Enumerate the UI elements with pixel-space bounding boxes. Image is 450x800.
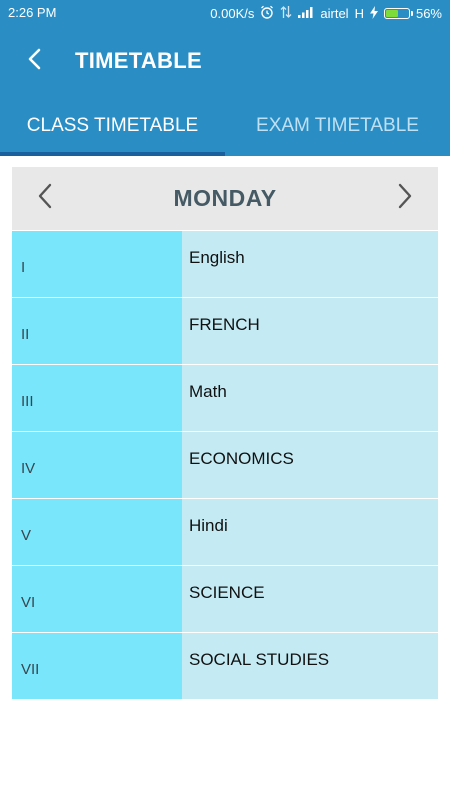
- period-cell: VI: [12, 566, 182, 632]
- timetable-rows: I English II FRENCH III Math IV ECONOMIC…: [12, 230, 438, 700]
- period-label: V: [21, 526, 32, 544]
- charging-icon: [369, 5, 378, 22]
- table-row[interactable]: I English: [12, 231, 438, 298]
- period-cell: I: [12, 231, 182, 297]
- status-time: 2:26 PM: [8, 5, 57, 20]
- tab-label: CLASS TIMETABLE: [26, 115, 199, 136]
- tab-class-timetable[interactable]: CLASS TIMETABLE: [0, 96, 225, 156]
- period-label: III: [21, 392, 34, 410]
- signal-icon: [298, 6, 314, 21]
- period-cell: V: [12, 499, 182, 565]
- period-cell: III: [12, 365, 182, 431]
- table-row[interactable]: III Math: [12, 365, 438, 432]
- table-row[interactable]: IV ECONOMICS: [12, 432, 438, 499]
- subject-cell: SCIENCE: [182, 566, 438, 632]
- alarm-icon: [260, 5, 274, 22]
- next-day-button[interactable]: [388, 181, 422, 215]
- tab-exam-timetable[interactable]: EXAM TIMETABLE: [225, 96, 450, 156]
- status-indicators: 0.00K/s airtel H 56%: [210, 5, 442, 22]
- chevron-right-icon: [397, 183, 413, 214]
- battery-icon: [383, 8, 413, 19]
- network-speed: 0.00K/s: [210, 6, 255, 21]
- back-button[interactable]: [18, 44, 52, 78]
- period-cell: VII: [12, 633, 182, 699]
- subject-cell: SOCIAL STUDIES: [182, 633, 438, 699]
- subject-cell: FRENCH: [182, 298, 438, 364]
- carrier-name: airtel: [320, 6, 349, 21]
- subject-cell: ECONOMICS: [182, 432, 438, 498]
- tab-bar: CLASS TIMETABLE EXAM TIMETABLE: [0, 96, 450, 156]
- app-bar: TIMETABLE: [0, 26, 450, 96]
- period-label: IV: [21, 459, 36, 477]
- subject-cell: Math: [182, 365, 438, 431]
- table-row[interactable]: II FRENCH: [12, 298, 438, 365]
- table-row[interactable]: VI SCIENCE: [12, 566, 438, 633]
- tab-label: EXAM TIMETABLE: [256, 115, 419, 136]
- table-row[interactable]: V Hindi: [12, 499, 438, 566]
- period-label: VII: [21, 660, 40, 678]
- period-label: I: [21, 258, 26, 276]
- subject-cell: Hindi: [182, 499, 438, 565]
- previous-day-button[interactable]: [28, 181, 62, 215]
- day-title: MONDAY: [173, 185, 277, 211]
- network-type: H: [354, 6, 364, 21]
- period-label: VI: [21, 593, 36, 611]
- status-bar: 2:26 PM 0.00K/s airtel H 56%: [0, 0, 450, 26]
- period-cell: II: [12, 298, 182, 364]
- data-transfer-icon: [280, 5, 292, 22]
- timetable-card: MONDAY I English II FRENCH III Math IV E…: [12, 167, 438, 700]
- subject-cell: English: [182, 231, 438, 297]
- page-title: TIMETABLE: [75, 48, 202, 73]
- table-row[interactable]: VII SOCIAL STUDIES: [12, 633, 438, 700]
- back-arrow-icon: [26, 48, 44, 75]
- battery-percent: 56%: [415, 6, 442, 21]
- day-navigator: MONDAY: [12, 167, 438, 230]
- period-cell: IV: [12, 432, 182, 498]
- battery-fill: [385, 10, 399, 17]
- period-label: II: [21, 325, 30, 343]
- chevron-left-icon: [37, 183, 53, 214]
